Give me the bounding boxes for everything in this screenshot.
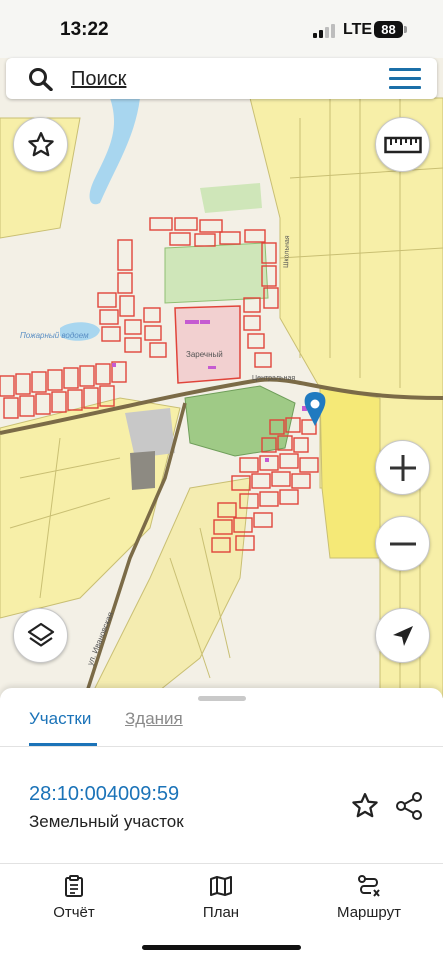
- bottom-sheet[interactable]: Участки Здания 28:10:004009:59 Земельный…: [0, 688, 443, 960]
- layers-button[interactable]: [13, 608, 68, 663]
- zoom-in-button[interactable]: [375, 440, 430, 495]
- status-bar: 13:22 LTE 88: [0, 0, 443, 58]
- map-label-street-west: Центральная: [252, 375, 295, 382]
- cellular-signal-icon: [313, 24, 337, 38]
- report-icon: [65, 875, 83, 897]
- search-bar[interactable]: Поиск: [6, 58, 437, 99]
- map-label-settlement: Заречный: [186, 350, 223, 359]
- route-icon: [358, 875, 380, 897]
- favorite-button[interactable]: [13, 117, 68, 172]
- bottom-nav: Отчёт План Маршрут: [0, 864, 443, 934]
- nav-report[interactable]: Отчёт: [24, 874, 124, 921]
- sheet-drag-handle[interactable]: [198, 696, 246, 701]
- battery-level: 88: [374, 21, 403, 38]
- tab-buildings[interactable]: Здания: [125, 709, 183, 729]
- parcel-cadastral-number[interactable]: 28:10:004009:59: [29, 783, 179, 806]
- minus-icon: [389, 542, 416, 545]
- navigation-arrow-icon: [392, 625, 413, 646]
- search-icon[interactable]: [28, 67, 54, 91]
- tab-parcels[interactable]: Участки: [29, 709, 91, 729]
- home-indicator: [142, 945, 301, 950]
- map-label-lake: Пожарный водоем: [20, 331, 89, 340]
- star-icon[interactable]: [350, 791, 380, 821]
- divider: [0, 746, 443, 747]
- nav-plan-label: План: [202, 904, 240, 921]
- my-location-button[interactable]: [375, 608, 430, 663]
- plus-icon: [389, 454, 416, 481]
- status-time: 13:22: [60, 19, 109, 40]
- battery-icon: [404, 26, 407, 33]
- nav-route[interactable]: Маршрут: [319, 874, 419, 921]
- share-icon[interactable]: [394, 791, 424, 821]
- search-input[interactable]: Поиск: [71, 68, 126, 91]
- zoom-out-button[interactable]: [375, 516, 430, 571]
- parcel-type: Земельный участок: [29, 812, 184, 831]
- nav-plan[interactable]: План: [171, 874, 271, 921]
- map-label-street-north: Школьная: [283, 235, 291, 268]
- menu-icon[interactable]: [389, 68, 421, 90]
- ruler-button[interactable]: [375, 117, 430, 172]
- map-plan-icon: [210, 876, 232, 896]
- ruler-icon: [383, 136, 422, 153]
- network-type: LTE: [343, 21, 373, 38]
- layers-icon: [27, 622, 54, 647]
- nav-report-label: Отчёт: [53, 904, 95, 921]
- star-icon: [27, 131, 54, 156]
- nav-route-label: Маршрут: [337, 904, 401, 921]
